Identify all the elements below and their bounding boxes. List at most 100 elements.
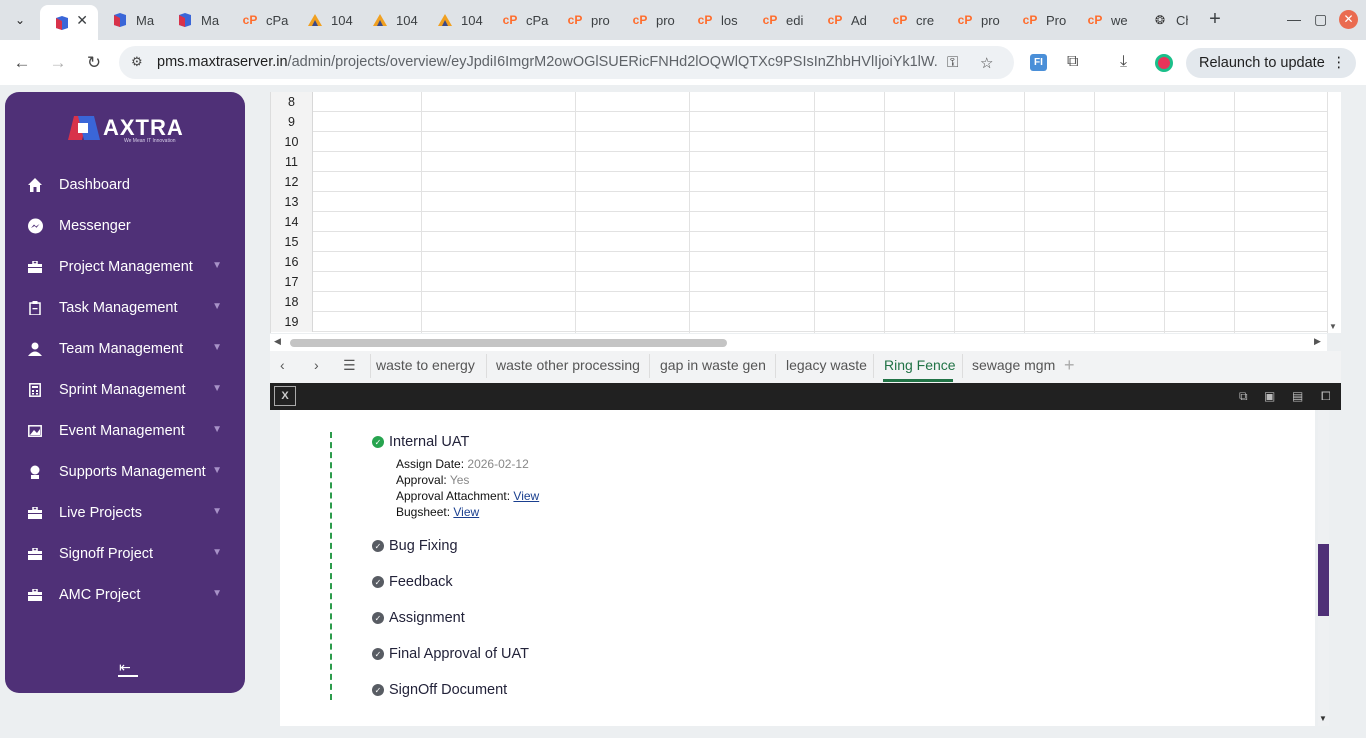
browser-tab[interactable]: ❂Ch <box>1138 5 1188 35</box>
panel-icon[interactable]: ▤ <box>1292 389 1303 403</box>
fullscreen-icon[interactable]: ⧠ <box>1321 389 1331 404</box>
save-icon[interactable]: ▣ <box>1264 389 1275 403</box>
maximize-window-button[interactable]: ▢ <box>1314 11 1327 28</box>
tab-search-button[interactable]: ⌄ <box>8 8 32 32</box>
next-sheet-icon[interactable]: › <box>314 357 319 373</box>
browser-tab[interactable]: cP los <box>683 5 745 35</box>
close-tab-icon[interactable]: ✕ <box>76 12 88 29</box>
site-info-icon[interactable]: ⚙ <box>131 54 147 70</box>
address-bar[interactable]: ⚙ pms.maxtraserver.in/admin/projects/ove… <box>119 46 1014 79</box>
horizontal-scrollbar[interactable]: ◀ ▶ <box>270 334 1327 351</box>
profile-avatar[interactable] <box>1155 54 1173 72</box>
panel-scroll-thumb[interactable] <box>1318 544 1329 616</box>
browser-tab[interactable]: cP we <box>1073 5 1135 35</box>
sheet-row[interactable]: 11 <box>271 152 1328 172</box>
sheet-row[interactable]: 16 <box>271 252 1328 272</box>
timeline-step-feedback[interactable]: ✓ Feedback <box>372 574 453 590</box>
browser-tab[interactable]: cP cPa <box>488 5 550 35</box>
panel-scroll-down-icon[interactable]: ▼ <box>1319 714 1327 723</box>
sheet-tab[interactable]: waste other processing <box>496 357 640 373</box>
user-icon <box>25 340 45 358</box>
browser-tab[interactable]: cP cPa <box>228 5 290 35</box>
maxtra-icon <box>112 12 128 28</box>
browser-tab[interactable]: cP pro <box>618 5 680 35</box>
browser-tab[interactable]: cP pro <box>553 5 615 35</box>
sidebar-item-supports-management[interactable]: Supports Management ▼ <box>25 457 230 487</box>
sheet-tab[interactable]: waste to energy <box>376 357 475 373</box>
approval-attachment: Approval Attachment: View <box>396 489 540 503</box>
collapse-sidebar-icon[interactable]: ⇤ <box>119 659 131 676</box>
browser-tab[interactable]: cP Pro <box>1008 5 1070 35</box>
browser-tab[interactable]: 104 <box>358 5 420 35</box>
chevron-down-icon: ▼ <box>212 342 222 353</box>
sheet-tab[interactable]: legacy waste <box>786 357 867 373</box>
spreadsheet-grid[interactable]: 8 9 10 11 12 13 14 15 16 17 18 19 <box>270 92 1341 333</box>
sheet-tab[interactable]: sewage mgm <box>972 357 1056 373</box>
copy-icon[interactable]: ⧉ <box>1239 389 1248 404</box>
scroll-left-icon[interactable]: ◀ <box>274 336 281 347</box>
browser-tab[interactable]: Ma <box>98 5 160 35</box>
timeline-step-signoff-document[interactable]: ✓ SignOff Document <box>372 682 507 698</box>
sidebar-item-live-projects[interactable]: Live Projects ▼ <box>25 498 230 528</box>
approval-attachment-view-link[interactable]: View <box>513 489 539 503</box>
browser-tab[interactable]: Ma <box>163 5 225 35</box>
download-icon[interactable]: ⤓ <box>1120 53 1127 71</box>
key-icon[interactable]: ⚿ <box>947 54 958 71</box>
timeline-step-final-approval[interactable]: ✓ Final Approval of UAT <box>372 646 529 662</box>
browser-tab[interactable]: cP cre <box>878 5 940 35</box>
sidebar-item-sprint-management[interactable]: Sprint Management ▼ <box>25 375 230 405</box>
browser-tab[interactable]: ✕ <box>40 5 98 40</box>
extension-icon[interactable]: FI <box>1030 54 1047 71</box>
excel-icon[interactable]: X <box>274 386 296 406</box>
new-tab-button[interactable]: + <box>1204 8 1226 30</box>
timeline-step-assignment[interactable]: ✓ Assignment <box>372 610 465 626</box>
sidebar-item-project-management[interactable]: Project Management ▼ <box>25 252 230 282</box>
sidebar-item-task-management[interactable]: Task Management ▼ <box>25 293 230 323</box>
sheet-row[interactable]: 18 <box>271 292 1328 312</box>
sidebar-item-event-management[interactable]: Event Management ▼ <box>25 416 230 446</box>
sheet-row[interactable]: 15 <box>271 232 1328 252</box>
sheet-row[interactable]: 13 <box>271 192 1328 212</box>
sheet-row[interactable]: 9 <box>271 112 1328 132</box>
timeline-step-internal-uat[interactable]: ✓ Internal UAT <box>372 434 469 450</box>
browser-tab[interactable]: cP Ad <box>813 5 875 35</box>
star-icon[interactable]: ☆ <box>980 54 993 72</box>
sidebar-item-dashboard[interactable]: Dashboard <box>25 170 230 200</box>
sheet-row[interactable]: 8 <box>271 92 1328 112</box>
check-circle-icon: ✓ <box>372 612 384 624</box>
browser-tab[interactable]: 104 <box>423 5 485 35</box>
minimize-window-button[interactable]: — <box>1287 11 1301 27</box>
close-window-button[interactable]: ✕ <box>1339 10 1358 29</box>
sheet-row[interactable]: 10 <box>271 132 1328 152</box>
sheet-row[interactable]: 12 <box>271 172 1328 192</box>
back-button[interactable]: ← <box>11 52 33 74</box>
vertical-scroll-down-icon[interactable]: ▼ <box>1329 322 1337 331</box>
scroll-right-icon[interactable]: ▶ <box>1314 336 1321 347</box>
browser-tab[interactable]: cP pro <box>943 5 1005 35</box>
sidebar-item-signoff-project[interactable]: Signoff Project ▼ <box>25 539 230 569</box>
more-menu-icon[interactable]: ⋮ <box>1332 48 1347 78</box>
bugsheet: Bugsheet: View <box>396 505 480 519</box>
browser-tab[interactable]: 104 <box>293 5 355 35</box>
sheet-tab[interactable]: gap in waste gen <box>660 357 766 373</box>
sidebar-item-messenger[interactable]: Messenger <box>25 211 230 241</box>
cpanel-icon: cP <box>1087 13 1103 27</box>
relaunch-button[interactable]: Relaunch to update ⋮ <box>1186 48 1356 78</box>
sheet-row[interactable]: 17 <box>271 272 1328 292</box>
sidebar-item-team-management[interactable]: Team Management ▼ <box>25 334 230 364</box>
sheet-list-icon[interactable]: ☰ <box>343 357 356 374</box>
reload-icon: ↻ <box>86 53 102 72</box>
sheet-row[interactable]: 19 <box>271 312 1328 332</box>
prev-sheet-icon[interactable]: ‹ <box>280 357 285 373</box>
sheet-row[interactable]: 14 <box>271 212 1328 232</box>
reload-button[interactable]: ↻ <box>83 52 105 74</box>
horizontal-scroll-thumb[interactable] <box>290 339 727 347</box>
timeline-step-bug-fixing[interactable]: ✓ Bug Fixing <box>372 538 458 554</box>
sheet-tab-active[interactable]: Ring Fence <box>884 357 956 373</box>
extensions-puzzle-icon[interactable]: ⧉ <box>1067 53 1078 71</box>
browser-tab[interactable]: cP edi <box>748 5 810 35</box>
bugsheet-view-link[interactable]: View <box>453 505 479 519</box>
sidebar-item-amc-project[interactable]: AMC Project ▼ <box>25 580 230 610</box>
add-sheet-button[interactable]: + <box>1064 355 1075 376</box>
forward-button[interactable]: → <box>47 52 69 74</box>
